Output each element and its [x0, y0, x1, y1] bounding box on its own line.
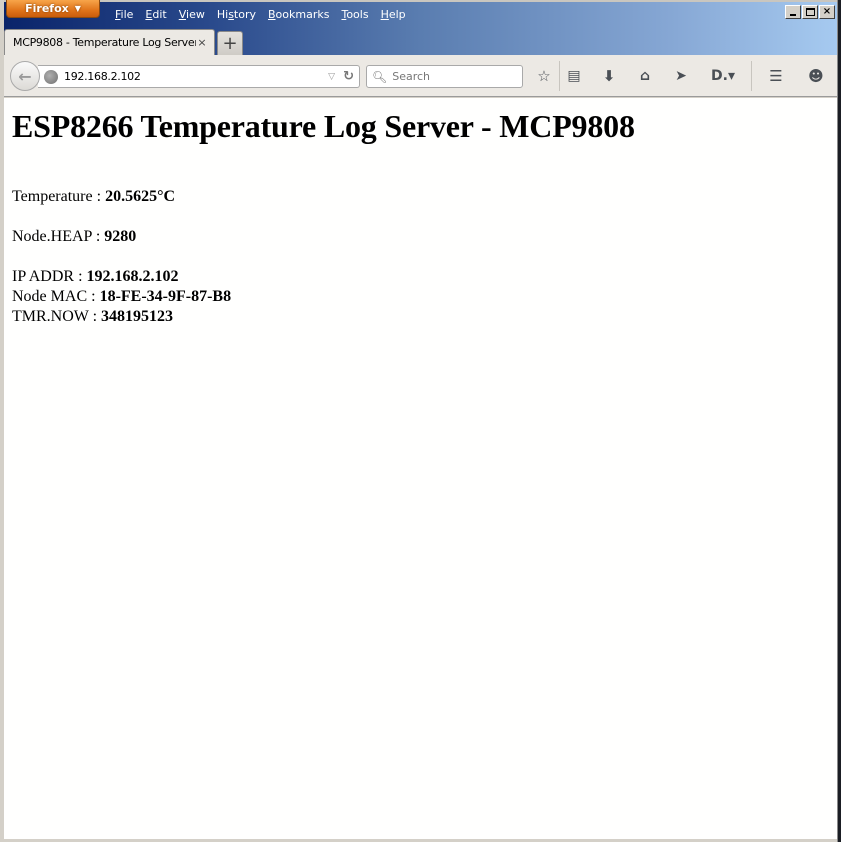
close-window-button[interactable]: × — [819, 5, 835, 19]
pocket-icon[interactable]: D.▾ — [706, 66, 740, 86]
maximize-icon — [805, 8, 815, 16]
download-icon[interactable]: ⬇ — [598, 66, 620, 86]
maximize-button[interactable] — [802, 5, 818, 19]
tab-active[interactable]: MCP9808 - Temperature Log Server... × — [4, 29, 215, 55]
window-frame-right — [837, 0, 841, 842]
navigation-toolbar: ▽ ↻ ← 🔍︎ ☆ ▤ ⬇ ⌂ ➤ D.▾ ☰ ☻ — [4, 55, 837, 97]
page-title: ESP8266 Temperature Log Server - MCP9808 — [12, 108, 635, 144]
bookmark-star-icon[interactable]: ☆ — [533, 66, 555, 86]
url-dropdown-icon[interactable]: ▽ — [328, 72, 335, 82]
back-button[interactable]: ← — [10, 61, 40, 91]
menu-help[interactable]: Help — [375, 6, 412, 23]
search-input[interactable] — [392, 70, 513, 83]
mac-label: Node MAC : — [12, 288, 100, 305]
tmr-label: TMR.NOW : — [12, 308, 102, 325]
back-arrow-icon: ← — [18, 66, 32, 86]
temperature-value: 20.5625°C — [105, 188, 176, 205]
menu-file[interactable]: File — [109, 6, 139, 23]
menu-tools[interactable]: Tools — [335, 6, 374, 23]
browser-window: Firefox ▼ File Edit View History Bookmar… — [0, 0, 841, 842]
url-input[interactable] — [64, 70, 329, 83]
close-icon: × — [822, 6, 832, 17]
menu-edit[interactable]: Edit — [139, 6, 172, 23]
caret-down-icon: ▼ — [74, 4, 81, 13]
search-bar[interactable]: 🔍︎ — [366, 65, 523, 88]
ip-label: IP ADDR : — [12, 268, 87, 285]
chat-icon[interactable]: ☻ — [805, 66, 827, 86]
tab-title: MCP9808 - Temperature Log Server... — [13, 36, 196, 49]
menu-history[interactable]: History — [211, 6, 262, 23]
mac-value: 18-FE-34-9F-87-B8 — [99, 288, 232, 305]
home-icon[interactable]: ⌂ — [634, 66, 656, 86]
mac-row: Node MAC : 18-FE-34-9F-87-B8 — [12, 287, 829, 307]
ip-value: 192.168.2.102 — [86, 268, 179, 285]
firefox-menu-button[interactable]: Firefox ▼ — [6, 0, 100, 18]
new-tab-button[interactable]: + — [217, 31, 243, 55]
tmr-row: TMR.NOW : 348195123 — [12, 307, 829, 327]
heap-row: Node.HEAP : 9280 — [12, 227, 829, 247]
window-controls: × — [785, 5, 835, 19]
menu-bookmarks[interactable]: Bookmarks — [262, 6, 335, 23]
minimize-icon — [790, 14, 796, 16]
toolbar-separator — [751, 61, 752, 91]
send-icon[interactable]: ➤ — [670, 66, 692, 86]
reading-list-icon[interactable]: ▤ — [563, 66, 585, 86]
minimize-button[interactable] — [785, 5, 801, 19]
tmr-value: 348195123 — [101, 308, 174, 325]
url-bar[interactable]: ▽ ↻ — [38, 65, 360, 88]
ip-row: IP ADDR : 192.168.2.102 — [12, 267, 829, 287]
tab-close-icon[interactable]: × — [196, 36, 208, 49]
hamburger-menu-icon[interactable]: ☰ — [765, 66, 787, 86]
menu-bar: File Edit View History Bookmarks Tools H… — [109, 6, 412, 23]
temperature-row: Temperature : 20.5625°C — [12, 187, 829, 207]
globe-icon[interactable] — [44, 69, 58, 84]
toolbar-separator — [559, 61, 560, 91]
heap-value: 9280 — [104, 228, 137, 245]
search-icon: 🔍︎ — [372, 69, 388, 84]
page-content: ESP8266 Temperature Log Server - MCP9808… — [4, 98, 837, 839]
heap-label: Node.HEAP : — [12, 228, 105, 245]
menu-view[interactable]: View — [173, 6, 211, 23]
firefox-button-label: Firefox — [25, 2, 69, 15]
reload-icon[interactable]: ↻ — [343, 69, 354, 84]
temperature-label: Temperature : — [12, 188, 106, 205]
